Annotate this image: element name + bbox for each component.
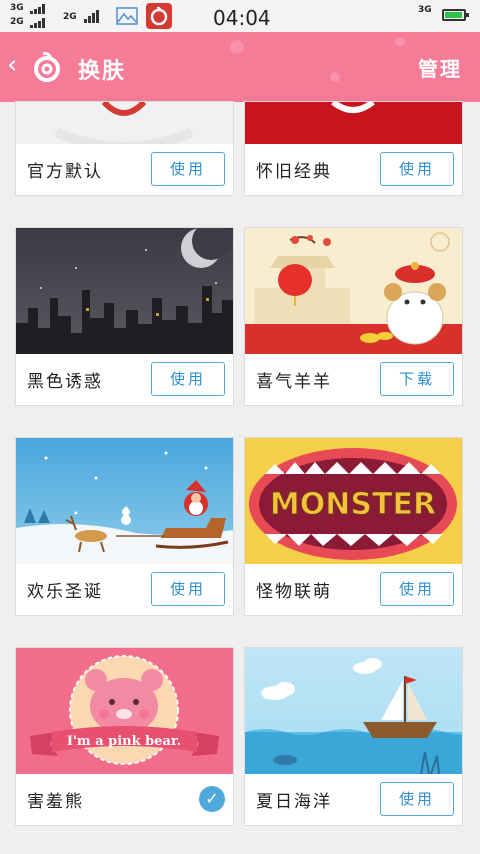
- skin-row: 欢乐圣诞 使用: [16, 564, 233, 615]
- network-label: 2G: [63, 12, 77, 22]
- monster-mouth-art: MONSTER: [249, 448, 457, 560]
- skin-card[interactable]: 黑色诱惑 使用: [15, 227, 234, 406]
- summer-sea-art: [245, 658, 462, 774]
- signal-icon: [30, 4, 45, 14]
- app-header: ‹ 换肤 管理: [0, 32, 480, 102]
- skin-row: 怀旧经典 使用: [245, 144, 462, 195]
- use-button[interactable]: 使用: [151, 362, 225, 396]
- skin-thumbnail: [245, 102, 462, 146]
- page-title: 换肤: [78, 59, 127, 84]
- skin-name: 怪物联萌: [256, 582, 332, 602]
- skin-name: 黑色诱惑: [27, 372, 103, 392]
- skin-name: 夏日海洋: [256, 792, 332, 812]
- download-button[interactable]: 下载: [380, 362, 454, 396]
- clock: 04:04: [213, 6, 271, 30]
- manage-button[interactable]: 管理: [418, 53, 462, 82]
- skin-card[interactable]: 怀旧经典 使用: [244, 101, 463, 196]
- paw-decoration: [330, 72, 340, 82]
- netease-music-icon: [146, 3, 172, 29]
- default-skin-art: [53, 102, 195, 146]
- skin-name: 怀旧经典: [256, 162, 332, 182]
- right-network-label: 3G: [418, 5, 432, 15]
- skin-card[interactable]: 喜气羊羊 下载: [244, 227, 463, 406]
- use-button[interactable]: 使用: [380, 782, 454, 816]
- paw-decoration: [230, 40, 244, 54]
- skin-row: 怪物联萌 使用: [245, 564, 462, 615]
- skin-card[interactable]: 欢乐圣诞 使用: [15, 437, 234, 616]
- skin-row: 黑色诱惑 使用: [16, 354, 233, 405]
- signal-icon: [84, 10, 99, 23]
- use-button[interactable]: 使用: [380, 572, 454, 606]
- skin-thumbnail: [245, 648, 462, 774]
- skin-thumbnail: I'm a pink bear.: [16, 648, 233, 774]
- paw-decoration: [395, 37, 405, 47]
- classic-skin-art: [331, 102, 375, 113]
- sim2-label: 2G: [10, 17, 24, 27]
- use-button[interactable]: 使用: [151, 152, 225, 186]
- skin-row: 官方默认 使用: [16, 144, 233, 195]
- skin-name: 喜气羊羊: [256, 372, 332, 392]
- back-chevron-icon[interactable]: ‹: [7, 50, 17, 80]
- monster-text: MONSTER: [270, 487, 436, 522]
- signal-icon: [30, 18, 45, 28]
- battery-icon: [442, 9, 469, 21]
- skin-thumbnail: [16, 438, 233, 564]
- skin-name: 欢乐圣诞: [27, 582, 103, 602]
- gallery-icon: [116, 7, 138, 25]
- sim1-label: 3G: [10, 3, 24, 13]
- skin-card[interactable]: MONSTER 怪物联萌 使用: [244, 437, 463, 616]
- pink-bear-art: I'm a pink bear.: [30, 655, 219, 765]
- skin-name: 害羞熊: [27, 792, 84, 812]
- festive-sheep-art: [245, 232, 462, 354]
- skin-row: 夏日海洋 使用: [245, 774, 462, 825]
- check-icon[interactable]: ✓: [199, 786, 225, 812]
- skin-row: 害羞熊 ✓: [16, 774, 233, 825]
- skin-thumbnail: [245, 228, 462, 354]
- christmas-sleigh-art: [16, 451, 233, 564]
- skin-card[interactable]: 夏日海洋 使用: [244, 647, 463, 826]
- skin-card[interactable]: I'm a pink bear. 害羞熊 ✓: [15, 647, 234, 826]
- status-bar: 3G 2G 2G 04:04 3G: [0, 0, 480, 32]
- pink-bear-text: I'm a pink bear.: [67, 734, 181, 749]
- use-button[interactable]: 使用: [151, 572, 225, 606]
- skin-thumbnail: MONSTER: [245, 438, 462, 564]
- night-city-art: [16, 228, 233, 354]
- netease-logo-icon: [34, 52, 60, 82]
- skin-thumbnail: [16, 228, 233, 354]
- skin-card[interactable]: 官方默认 使用: [15, 101, 234, 196]
- skin-thumbnail: [16, 102, 233, 146]
- skin-name: 官方默认: [27, 162, 103, 182]
- skin-row: 喜气羊羊 下载: [245, 354, 462, 405]
- use-button[interactable]: 使用: [380, 152, 454, 186]
